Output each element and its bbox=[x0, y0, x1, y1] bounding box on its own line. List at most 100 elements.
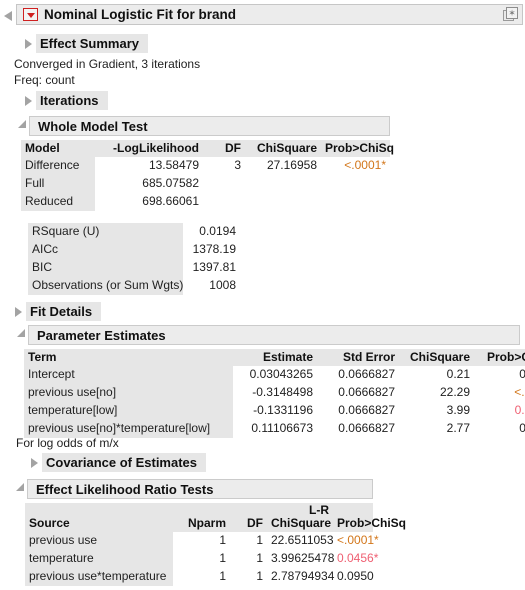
fit-stat-2-label: BIC bbox=[28, 259, 183, 277]
jmp-report-window: Nominal Logistic Fit for brand ✶ Effect … bbox=[0, 0, 525, 590]
wmt-col-chisquare: ChiSquare bbox=[245, 140, 321, 157]
pe-row2-chisquare: 3.99 bbox=[446, 403, 470, 417]
fit-stat-1-label: AICc bbox=[28, 241, 183, 259]
wmt-col-loglikelihood: -LogLikelihood bbox=[95, 140, 203, 157]
pe-row1-prob: <.0001* bbox=[514, 385, 525, 399]
pe-row0-estimate: 0.03043265 bbox=[249, 367, 313, 381]
section-effect-summary[interactable]: Effect Summary bbox=[36, 34, 148, 53]
wmt-row2-model: Reduced bbox=[21, 193, 95, 211]
elr-row0-source: previous use bbox=[25, 532, 173, 550]
section-iterations-label: Iterations bbox=[40, 93, 99, 108]
wmt-row1-df bbox=[203, 175, 245, 193]
pe-row1-estimate: -0.3148498 bbox=[252, 385, 313, 399]
table-header-row: Term Estimate Std Error ChiSquare Prob>C… bbox=[24, 349, 525, 366]
covariance-disclosure-triangle[interactable] bbox=[31, 458, 38, 468]
elr-row0-df: 1 bbox=[256, 533, 263, 547]
effect-summary-disclosure-triangle[interactable] bbox=[25, 39, 32, 49]
wmt-row0-chisquare: 27.16958 bbox=[266, 158, 317, 172]
parameter-estimates-disclosure-triangle[interactable] bbox=[17, 329, 25, 337]
elr-col-chisquare-line1: L-R bbox=[309, 503, 329, 517]
table-row: temperature[low] -0.1331196 0.0666827 3.… bbox=[24, 402, 525, 420]
section-effect-likelihood-ratio-tests-label: Effect Likelihood Ratio Tests bbox=[36, 481, 214, 497]
outline-disclosure-triangle[interactable] bbox=[4, 11, 12, 21]
fit-stat-0-value: 0.0194 bbox=[199, 224, 236, 238]
pe-row0-std-error: 0.0666827 bbox=[338, 367, 395, 381]
elr-row1-df: 1 bbox=[256, 551, 263, 565]
whole-model-test-table: Model -LogLikelihood DF ChiSquare Prob>C… bbox=[21, 140, 394, 211]
log-odds-note: For log odds of m/x bbox=[16, 436, 119, 450]
elr-row2-df: 1 bbox=[256, 569, 263, 583]
table-row: AICc 1378.19 bbox=[28, 241, 240, 259]
section-fit-details[interactable]: Fit Details bbox=[26, 302, 102, 321]
table-row: Reduced 698.66061 bbox=[21, 193, 390, 211]
table-row: previous use*temperature 1 1 2.78794934 … bbox=[25, 568, 374, 586]
fit-stat-3-value: 1008 bbox=[209, 278, 236, 292]
pe-row2-term: temperature[low] bbox=[24, 402, 233, 420]
wmt-row1-loglikelihood: 685.07582 bbox=[142, 176, 199, 190]
elr-row1-prob: 0.0456* bbox=[337, 551, 379, 565]
window-star-icon[interactable]: ✶ bbox=[503, 7, 519, 22]
table-row: BIC 1397.81 bbox=[28, 259, 240, 277]
wmt-row2-prob bbox=[321, 193, 390, 211]
section-effect-likelihood-ratio-tests[interactable]: Effect Likelihood Ratio Tests bbox=[27, 479, 373, 499]
fit-details-disclosure-triangle[interactable] bbox=[15, 307, 22, 317]
elr-row0-chisquare: 22.6511053 bbox=[271, 533, 334, 547]
section-covariance-of-estimates-label: Covariance of Estimates bbox=[46, 455, 198, 470]
window-star-icon-front: ✶ bbox=[506, 7, 518, 19]
table-row: previous use 1 1 22.6511053 <.0001* bbox=[25, 532, 379, 550]
page-title: Nominal Logistic Fit for brand bbox=[44, 7, 236, 22]
section-effect-summary-label: Effect Summary bbox=[40, 36, 139, 51]
pe-row0-term: Intercept bbox=[24, 366, 233, 384]
pe-row0-prob: 0.6481 bbox=[519, 367, 525, 381]
wmt-row2-chisquare bbox=[245, 193, 321, 211]
elr-col-df: DF bbox=[230, 503, 267, 532]
pe-row1-term: previous use[no] bbox=[24, 384, 233, 402]
wmt-row0-df: 3 bbox=[234, 158, 241, 172]
pe-row1-std-error: 0.0666827 bbox=[338, 385, 395, 399]
elr-row1-chisquare: 3.99625478 bbox=[271, 551, 335, 565]
wmt-row2-df bbox=[203, 193, 245, 211]
wmt-row0-loglikelihood: 13.58479 bbox=[148, 158, 199, 172]
pe-col-term: Term bbox=[24, 349, 233, 366]
table-row: Intercept 0.03043265 0.0666827 0.21 0.64… bbox=[24, 366, 525, 384]
table-header-row: Source Nparm DF L-R ChiSquare Prob>ChiSq bbox=[25, 503, 406, 532]
section-parameter-estimates[interactable]: Parameter Estimates bbox=[28, 325, 520, 345]
wmt-row0-model: Difference bbox=[21, 157, 95, 175]
iterations-disclosure-triangle[interactable] bbox=[25, 96, 32, 106]
fit-stat-3-label: Observations (or Sum Wgts) bbox=[28, 277, 183, 295]
whole-model-test-disclosure-triangle[interactable] bbox=[18, 120, 26, 128]
effect-likelihood-ratio-tests-table: Source Nparm DF L-R ChiSquare Prob>ChiSq… bbox=[25, 503, 406, 586]
table-row: Full 685.07582 bbox=[21, 175, 390, 193]
section-covariance-of-estimates[interactable]: Covariance of Estimates bbox=[42, 453, 207, 472]
elr-row0-prob: <.0001* bbox=[337, 533, 379, 547]
section-whole-model-test-label: Whole Model Test bbox=[38, 118, 148, 134]
pe-row3-prob: 0.0958 bbox=[519, 421, 525, 435]
converged-note: Converged in Gradient, 3 iterations bbox=[14, 57, 201, 71]
table-row: Observations (or Sum Wgts) 1008 bbox=[28, 277, 240, 295]
elr-row2-prob: 0.0950 bbox=[337, 569, 374, 583]
pe-row1-chisquare: 22.29 bbox=[439, 385, 470, 399]
pe-row3-std-error: 0.0666827 bbox=[338, 421, 395, 435]
effect-lr-disclosure-triangle[interactable] bbox=[16, 483, 24, 491]
pe-col-prob: Prob>ChiSq bbox=[474, 349, 525, 366]
pe-col-chisquare: ChiSquare bbox=[399, 349, 474, 366]
pe-row3-estimate: 0.11106673 bbox=[251, 421, 313, 435]
section-iterations[interactable]: Iterations bbox=[36, 91, 108, 110]
red-triangle-menu-icon[interactable] bbox=[23, 8, 38, 21]
wmt-row1-chisquare bbox=[245, 175, 321, 193]
pe-col-std-error: Std Error bbox=[317, 349, 399, 366]
pe-row0-chisquare: 0.21 bbox=[446, 367, 470, 381]
elr-col-chisquare-line2: ChiSquare bbox=[271, 516, 332, 530]
parameter-estimates-table: Term Estimate Std Error ChiSquare Prob>C… bbox=[24, 349, 525, 438]
pe-col-estimate: Estimate bbox=[233, 349, 317, 366]
wmt-row2-loglikelihood: 698.66061 bbox=[142, 194, 199, 208]
wmt-col-df: DF bbox=[203, 140, 245, 157]
elr-row2-source: previous use*temperature bbox=[25, 568, 173, 586]
wmt-row1-model: Full bbox=[21, 175, 95, 193]
elr-col-chisquare: L-R ChiSquare bbox=[267, 503, 333, 532]
section-whole-model-test[interactable]: Whole Model Test bbox=[29, 116, 390, 136]
wmt-col-prob: Prob>ChiSq bbox=[321, 140, 394, 157]
table-row: temperature 1 1 3.99625478 0.0456* bbox=[25, 550, 379, 568]
elr-col-nparm: Nparm bbox=[173, 503, 230, 532]
wmt-col-model: Model bbox=[21, 140, 95, 157]
